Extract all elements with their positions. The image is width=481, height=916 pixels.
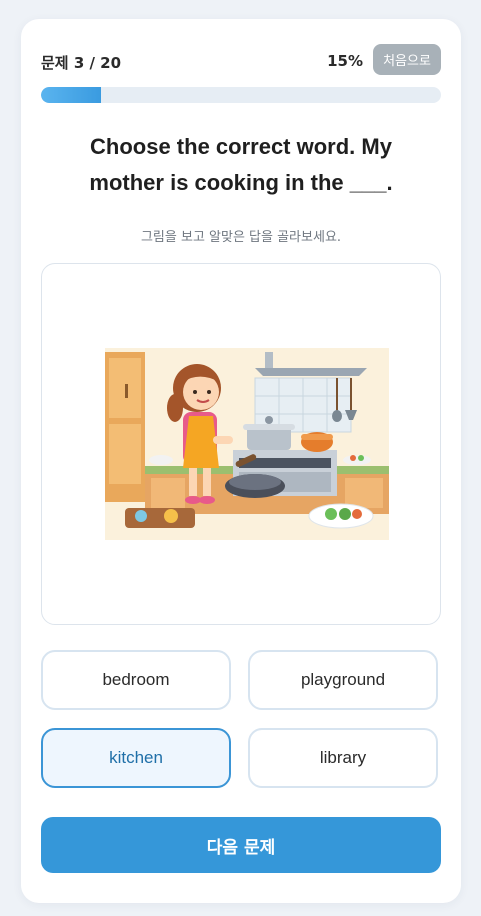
option-playground[interactable]: playground	[248, 650, 438, 710]
question-text: Choose the correct word. My mother is co…	[89, 134, 393, 195]
next-question-button[interactable]: 다음 문제	[41, 817, 441, 873]
instruction-text: 그림을 보고 알맞은 답을 골라보세요.	[140, 230, 342, 245]
question-image-frame	[41, 263, 441, 625]
quiz-header: 문제 3 / 20 15% 처음으로	[41, 44, 441, 76]
progress-bar	[41, 87, 441, 103]
progress-percent: 15%	[327, 52, 363, 70]
option-bedroom[interactable]: bedroom	[41, 650, 231, 710]
option-kitchen[interactable]: kitchen	[41, 728, 231, 788]
progress-fill	[41, 87, 101, 103]
question-counter: 문제 3 / 20	[41, 54, 122, 72]
quiz-card: 문제 3 / 20 15% 처음으로 Choose the correct wo…	[21, 19, 461, 903]
girl-cooking-in-kitchen-image	[105, 348, 389, 540]
restart-button[interactable]: 처음으로	[373, 44, 441, 75]
option-library[interactable]: library	[248, 728, 438, 788]
